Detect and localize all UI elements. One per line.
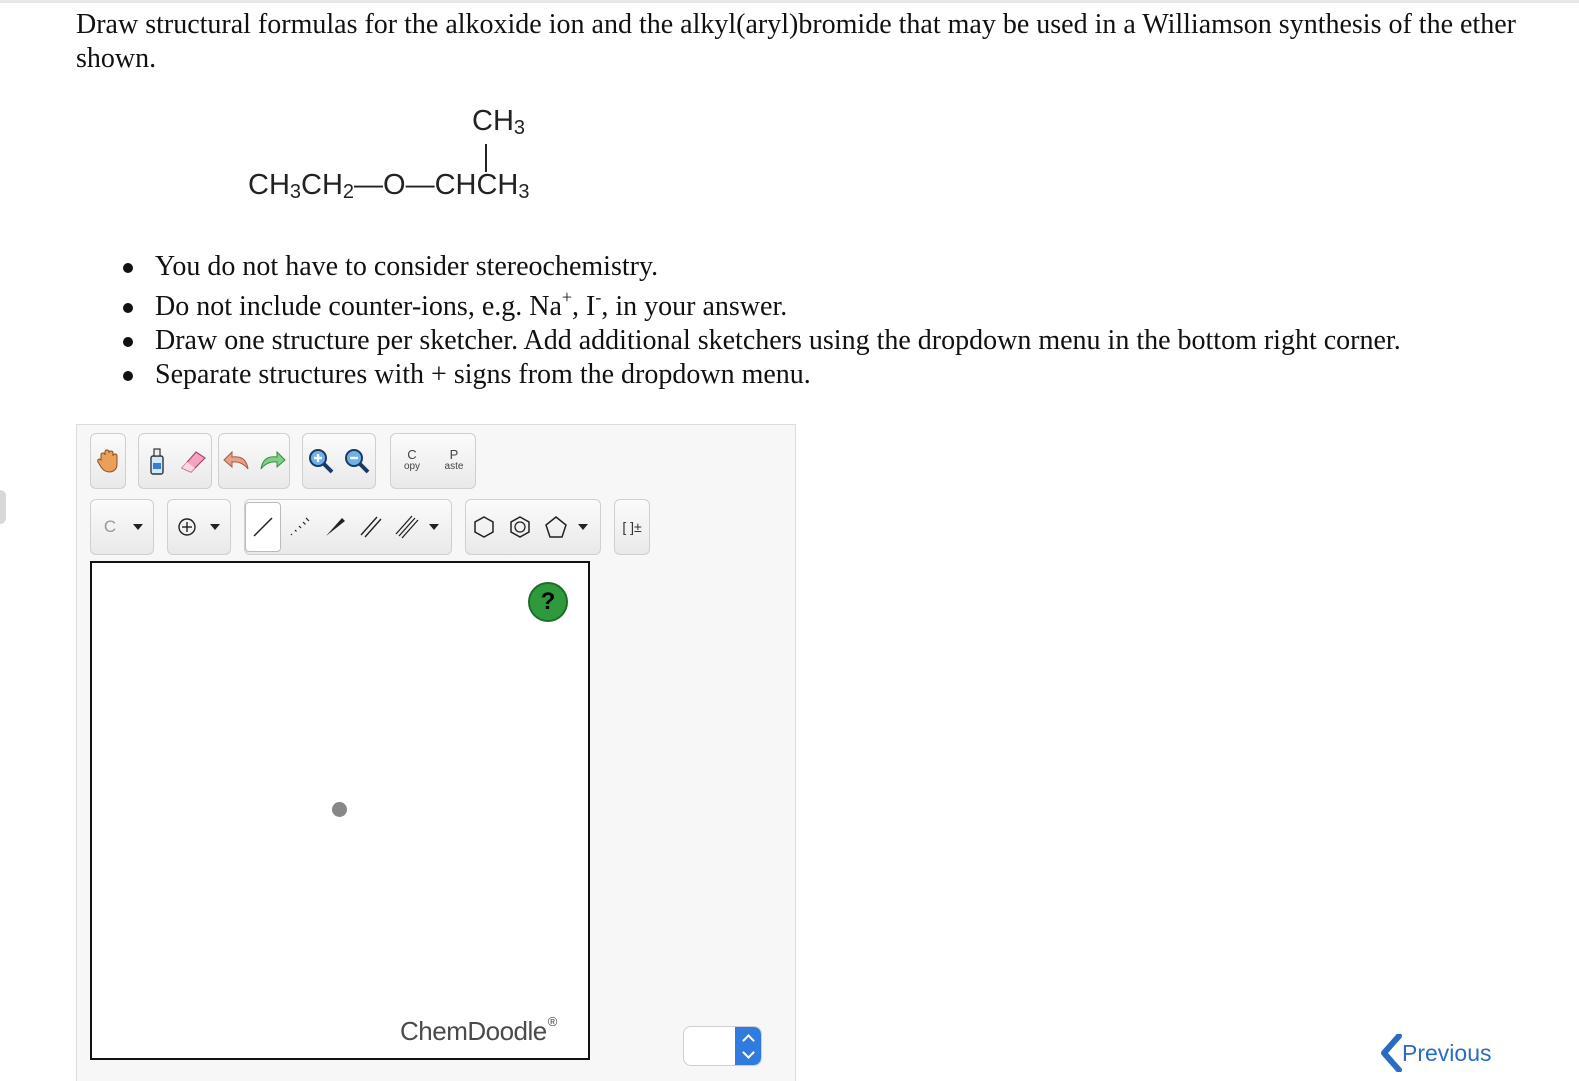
eraser-tool[interactable] [175,435,211,487]
zoom-out-icon [345,449,370,474]
select-spinner-icon [735,1027,761,1065]
chevron-down-icon[interactable] [578,524,588,530]
history-group [218,433,290,489]
single-bond-icon [253,517,273,537]
side-tab[interactable] [0,490,6,524]
eraser-icon [181,451,206,473]
methyl-group: CH3 [472,105,526,139]
top-border [0,0,1579,3]
zoom-out-button[interactable] [339,435,375,487]
redo-button[interactable] [254,435,289,487]
instruction-item: Do not include counter-ions, e.g. Na+, I… [118,288,1401,324]
help-button[interactable]: ? [528,582,568,622]
move-tool[interactable] [90,433,126,489]
chevron-down-icon[interactable] [429,524,439,530]
chevron-down-icon [133,524,143,530]
double-bond-tool[interactable] [353,501,389,553]
cyclohexane-icon [474,516,494,538]
ether-structure: CH3 CH3CH2—O—CHCH3 [240,105,640,215]
bracket-icon: [ ]± [622,519,642,535]
ring-tools [465,499,601,555]
bond-tools [244,499,452,555]
charge-selector[interactable] [167,499,231,555]
copy-button[interactable]: Copy [391,435,433,487]
wedge-bond-tool[interactable] [317,501,353,553]
triple-bond-icon [395,515,419,539]
chevron-left-icon [1381,1034,1402,1072]
chevron-down-icon [210,524,220,530]
hashed-bond-icon [290,517,310,536]
vertical-bond [485,144,487,172]
question-text: Draw structural formulas for the alkoxid… [76,9,1516,74]
wedge-bond-icon [326,518,345,536]
paste-label: Paste [444,447,464,472]
previous-link[interactable]: Previous [1380,1034,1491,1072]
bracket-tool[interactable]: [ ]± [614,499,650,555]
ether-chain: CH3CH2—O—CHCH3 [248,169,530,203]
instruction-item: Draw one structure per sketcher. Add add… [118,324,1401,358]
triple-bond-tool[interactable] [389,501,425,553]
single-bond-tool[interactable] [245,502,281,552]
clipboard-group: Copy Paste [390,433,476,489]
undo-button[interactable] [219,435,254,487]
charge-plus-icon [168,501,206,553]
instruction-item: Separate structures with + signs from th… [118,358,1401,392]
clear-erase-group [138,433,212,489]
element-selector[interactable]: C [90,499,154,555]
cyclopentane-icon [545,516,567,538]
cyclopentane-tool[interactable] [538,501,574,553]
undo-icon [222,450,248,470]
hashed-bond-tool[interactable] [281,501,317,553]
benzene-icon [510,516,530,538]
redo-icon [260,450,286,470]
zoom-in-icon [309,449,334,474]
zoom-group [302,433,376,489]
clear-tool[interactable] [139,435,175,487]
benzene-tool[interactable] [502,501,538,553]
instructions-list: You do not have to consider stereochemis… [118,250,1401,392]
previous-label: Previous [1402,1039,1492,1066]
cyclohexane-tool[interactable] [466,501,502,553]
hand-icon [91,435,125,487]
double-bond-icon [360,516,382,538]
copy-label: Copy [403,447,421,472]
clear-bottle-icon [150,448,164,475]
instruction-item: You do not have to consider stereochemis… [118,250,1401,284]
zoom-in-button[interactable] [303,435,339,487]
chemdoodle-logo: ChemDoodle® [400,1014,557,1046]
sketcher-dropdown[interactable] [683,1026,762,1066]
element-label: C [103,517,117,536]
paste-button[interactable]: Paste [433,435,475,487]
cursor-dot [332,802,347,817]
